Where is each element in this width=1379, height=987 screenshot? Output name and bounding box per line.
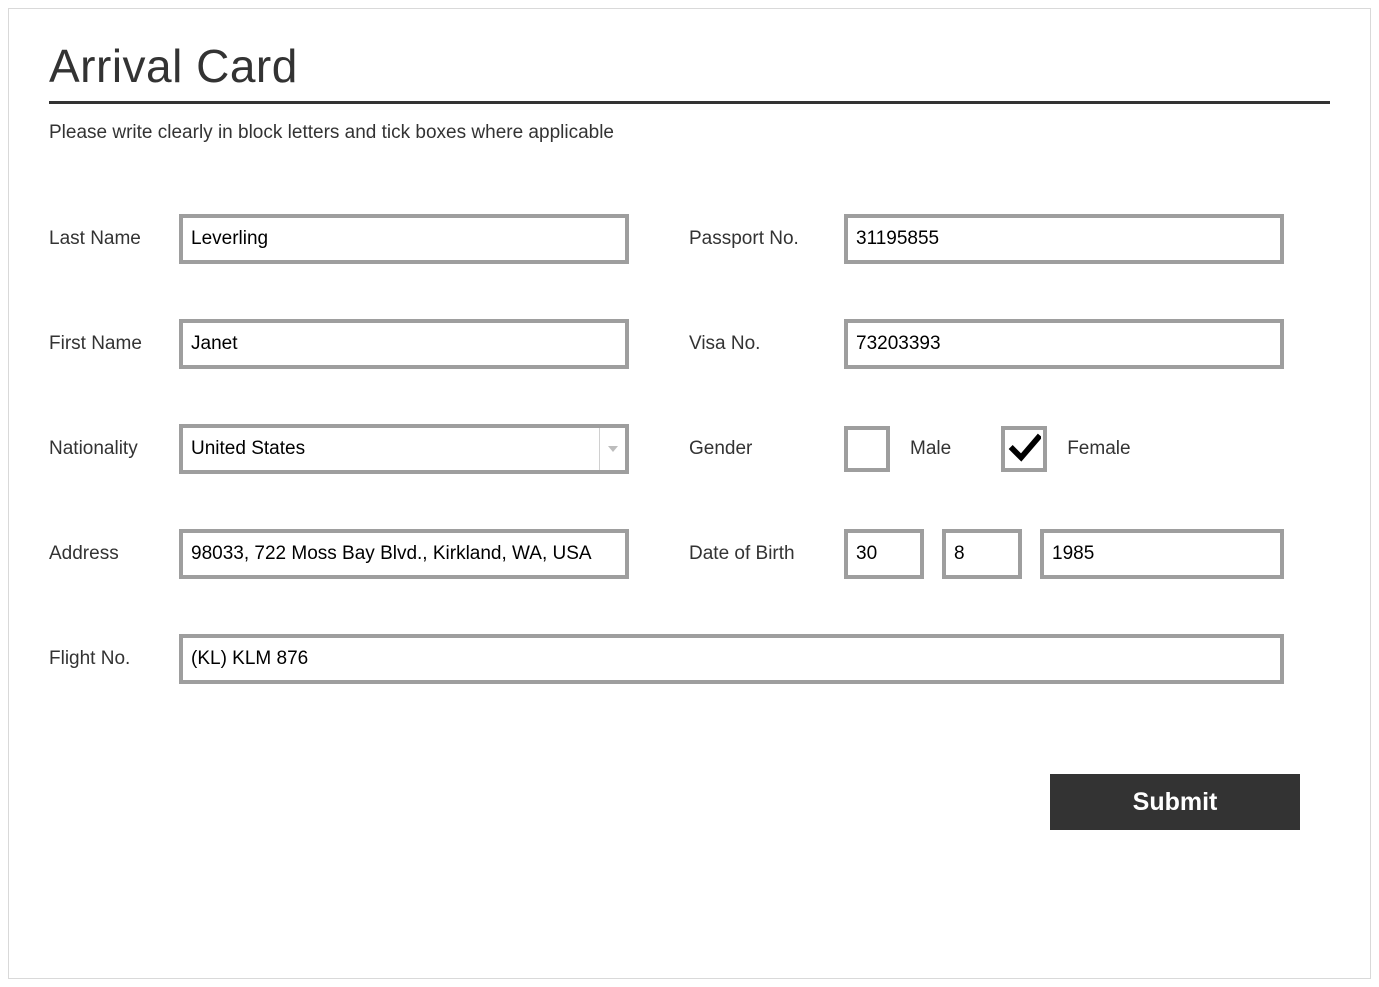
passport-no-input[interactable] bbox=[844, 214, 1284, 264]
nationality-select[interactable]: United States bbox=[179, 424, 629, 474]
check-icon bbox=[1007, 432, 1041, 466]
address-input[interactable] bbox=[179, 529, 629, 579]
nationality-label: Nationality bbox=[49, 438, 179, 460]
last-name-input[interactable] bbox=[179, 214, 629, 264]
gender-label: Gender bbox=[689, 438, 844, 460]
instructions-text: Please write clearly in block letters an… bbox=[49, 122, 1330, 144]
passport-no-label: Passport No. bbox=[689, 228, 844, 250]
nationality-value: United States bbox=[191, 438, 599, 460]
title-divider bbox=[49, 101, 1330, 104]
chevron-down-icon bbox=[608, 446, 618, 452]
gender-male-label: Male bbox=[910, 438, 951, 460]
visa-no-input[interactable] bbox=[844, 319, 1284, 369]
nationality-dropdown-button[interactable] bbox=[599, 428, 625, 470]
dob-month-input[interactable] bbox=[942, 529, 1022, 579]
dob-label: Date of Birth bbox=[689, 543, 844, 565]
gender-female-checkbox[interactable] bbox=[1001, 426, 1047, 472]
first-name-label: First Name bbox=[49, 333, 179, 355]
flight-no-label: Flight No. bbox=[49, 648, 179, 670]
submit-button[interactable]: Submit bbox=[1050, 774, 1300, 830]
dob-year-input[interactable] bbox=[1040, 529, 1284, 579]
visa-no-label: Visa No. bbox=[689, 333, 844, 355]
last-name-label: Last Name bbox=[49, 228, 179, 250]
gender-female-label: Female bbox=[1067, 438, 1130, 460]
gender-male-checkbox[interactable] bbox=[844, 426, 890, 472]
dob-day-input[interactable] bbox=[844, 529, 924, 579]
first-name-input[interactable] bbox=[179, 319, 629, 369]
address-label: Address bbox=[49, 543, 179, 565]
flight-no-input[interactable] bbox=[179, 634, 1284, 684]
arrival-card-form: Arrival Card Please write clearly in blo… bbox=[8, 8, 1371, 979]
page-title: Arrival Card bbox=[49, 39, 1330, 93]
